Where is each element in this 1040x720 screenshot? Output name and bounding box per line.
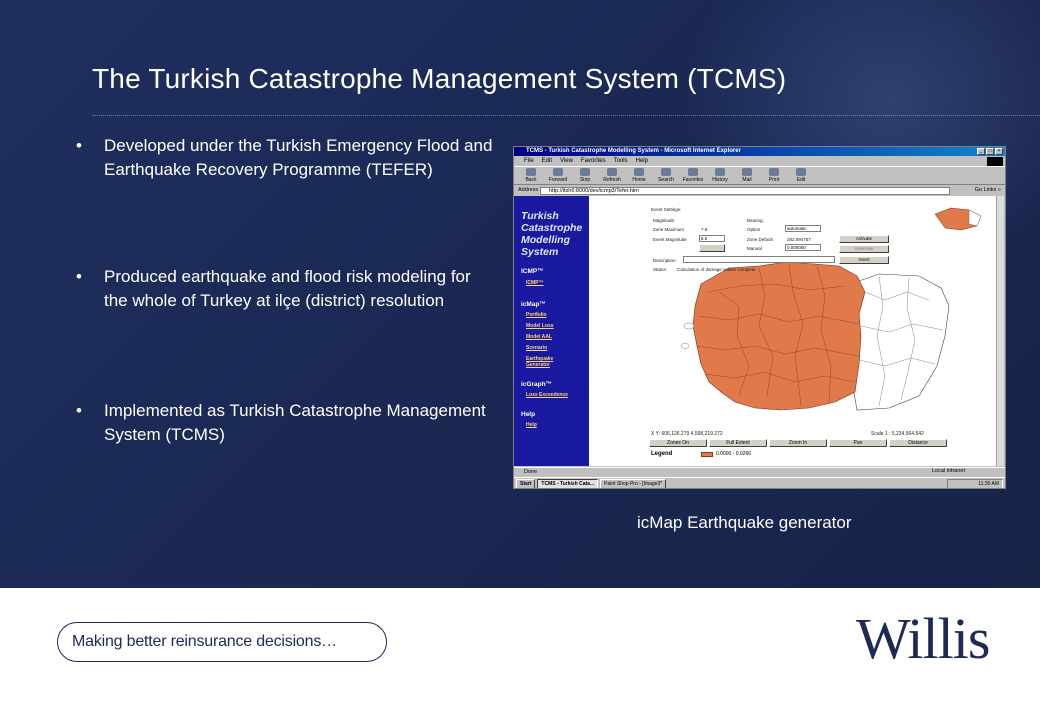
app-sidebar: Turkish Catastrophe Modelling System ICM… [514,196,589,466]
description-input[interactable] [683,256,835,263]
full-extent-button[interactable]: Full Extent [709,439,767,447]
legend-range: 0.0000 - 0.0266 [716,451,752,457]
history-button[interactable]: History [709,167,731,185]
mail-button[interactable]: Mail [736,167,758,185]
title-divider [92,115,1040,116]
refresh-button[interactable]: Refresh [601,167,623,185]
bullet-glyph: • [76,401,82,420]
event-magnitude-input[interactable]: 6.0 [699,235,725,242]
tagline-banner: Making better reinsurance decisions… [57,622,387,662]
bullet-text: Implemented as Turkish Catastrophe Manag… [104,401,486,444]
print-button[interactable]: Print [763,167,785,185]
legend-swatch [701,452,713,457]
forward-button[interactable]: Forward [547,167,569,185]
slide-background: The Turkish Catastrophe Management Syste… [0,0,1040,588]
nav-link-earthquake-generator[interactable]: Earthquake Generator [526,356,562,368]
browser-titlebar: TCMS - Turkish Catastrophe Modelling Sys… [514,147,1005,156]
slide-title: The Turkish Catastrophe Management Syste… [92,63,787,94]
address-input[interactable]: http://itsh6:8000/dev/icmp3/Tefer.htm [540,187,950,195]
ie-logo-icon [987,157,1003,166]
icmap-panel: Event Settings: Magnitude: Zone Maximum … [589,196,998,466]
zoom-in-button[interactable]: Zoom In [769,439,827,447]
bullet-text: Developed under the Turkish Emergency Fl… [104,136,493,179]
app-name: Turkish Catastrophe Modelling System [521,210,583,258]
zone-default-value: 282.094757 [787,237,811,242]
close-button[interactable]: × [995,148,1003,155]
coordinate-readout: X Y: 606,126.279 4,598,219.272 [651,431,723,437]
status-label: Status: [653,267,668,272]
event-settings-heading: Event Settings: [651,207,682,212]
tcms-screenshot: TCMS - Turkish Catastrophe Modelling Sys… [513,146,1006,489]
bullet-text: Produced earthquake and flood risk model… [104,267,471,310]
legend-label: Legend [651,451,673,457]
bullet-glyph: • [76,136,82,155]
nav-section-icgraph: icGraph™ [521,381,553,388]
magnitude-label: Magnitude: [653,218,676,223]
status-value: Calculation of damage values complete [677,267,756,272]
menu-favorites[interactable]: Favorites [581,157,606,165]
manual-label: Manual [747,246,762,251]
maximize-button[interactable]: □ [986,148,994,155]
option-select[interactable]: automatic [785,225,821,232]
vertical-scrollbar[interactable] [996,196,1004,466]
nav-link-model-aal[interactable]: Model AAL [526,334,552,341]
nav-section-help: Help [521,411,536,418]
menu-file[interactable]: File [524,157,534,165]
browser-toolbar: Back Forward Stop Refresh Home Search Fa… [514,166,1005,185]
home-button[interactable]: Home [628,167,650,185]
menu-edit[interactable]: Edit [542,157,552,165]
system-clock: 11:30 AM [947,479,1003,488]
nav-link-loss-exceedence[interactable]: Loss Exceedence [526,392,568,399]
nav-link-portfolio[interactable]: Portfolio [526,312,547,319]
pan-button[interactable]: Pan [829,439,887,447]
event-magnitude-label: Event Magnitude [653,237,687,242]
stop-button[interactable]: Stop [574,167,596,185]
zone-maximum-value: 7.8 [701,227,708,232]
description-label: Description: [653,258,677,263]
nav-section-icmp: ICMP™ [521,268,544,275]
generate-button[interactable]: Generate [839,245,889,253]
windows-taskbar: Start TCMS - Turkish Cata... Paint Shop … [514,477,1005,488]
taskbar-item-tcms[interactable]: TCMS - Turkish Cata... [537,479,599,488]
menu-view[interactable]: View [560,157,573,165]
menu-help[interactable]: Help [636,157,648,165]
zones-on-button[interactable]: Zones On [649,439,707,447]
nav-link-icmp[interactable]: ICMP™ [526,280,544,287]
zone-default-label: Zone Default [747,237,773,242]
activate-button[interactable]: Activate [839,235,889,243]
start-button[interactable]: Start [516,479,536,488]
nav-link-model-loss[interactable]: Model Loss [526,323,554,330]
browser-menubar: File Edit View Favorites Tools Help [514,157,1005,165]
insert-button[interactable]: Insert [839,256,889,264]
menu-tools[interactable]: Tools [614,157,628,165]
bearing-label: Bearing: [747,218,764,223]
nav-section-icmap: icMap™ [521,301,546,308]
bullet-item: • Developed under the Turkish Emergency … [76,134,494,182]
nav-link-scenario[interactable]: Scenario [526,345,547,352]
screenshot-caption: icMap Earthquake generator [637,513,852,532]
zone-maximum-label: Zone Maximum [653,227,685,232]
edit-button[interactable]: Edit [790,167,812,185]
nav-link-help[interactable]: Help [526,422,537,429]
manual-input[interactable]: 0.000000 [785,244,821,251]
taskbar-item-paintshop[interactable]: Paint Shop Pro - [Image3* [600,479,667,488]
back-button[interactable]: Back [520,167,542,185]
minimize-button[interactable]: _ [977,148,985,155]
go-links[interactable]: Go Links » [975,186,1001,195]
bullet-item: • Produced earthquake and flood risk mod… [76,265,494,313]
option-label: Option [747,227,761,232]
search-button[interactable]: Search [655,167,677,185]
favorites-button[interactable]: Favorites [682,167,704,185]
magnitude-stepper[interactable] [699,244,725,252]
willis-logo: Willis [856,606,990,671]
distance-button[interactable]: Distance [889,439,947,447]
bullet-glyph: • [76,267,82,286]
bullet-item: • Implemented as Turkish Catastrophe Man… [76,399,494,447]
zone-indicator: Local intranet [931,468,965,474]
map-toolbar: Zones On Full Extent Zoom In Pan Distanc… [649,439,949,447]
page-content: Turkish Catastrophe Modelling System ICM… [514,196,998,466]
window-controls: _ □ × [977,148,1003,155]
scale-readout: Scale 1 : 5,234,564.542 [871,431,924,437]
